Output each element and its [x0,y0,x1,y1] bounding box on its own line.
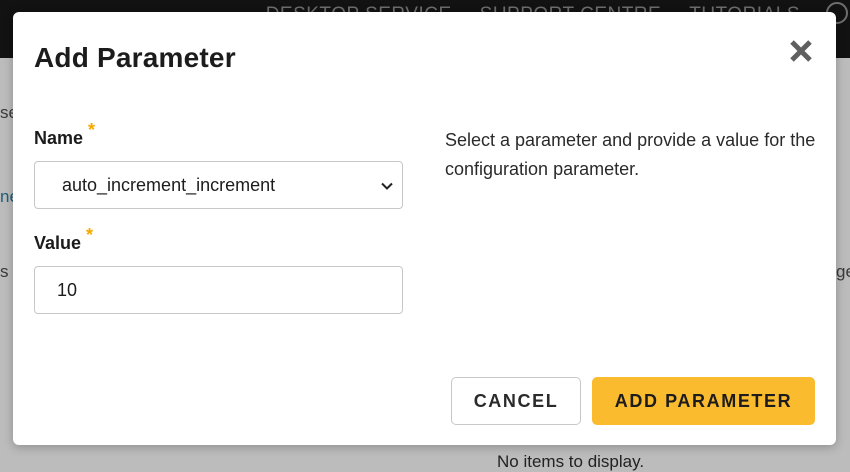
close-button[interactable] [788,38,814,64]
value-field-label: Value * [34,225,93,254]
background-text-fragment: ge [836,262,850,281]
cancel-button[interactable]: CANCEL [451,377,581,425]
parameter-value-input[interactable]: 10 [34,266,403,314]
parameter-value-text: 10 [57,279,78,300]
close-icon [790,40,812,62]
empty-state-text: No items to display. [497,452,645,471]
parameter-name-select[interactable]: auto_increment_increment [34,161,403,209]
dialog-title: Add Parameter [34,42,236,73]
selected-parameter: auto_increment_increment [62,174,276,195]
value-label-text: Value [34,233,82,253]
name-label-text: Name [34,128,84,148]
required-marker: * [86,225,94,245]
add-parameter-dialog: Add Parameter Name * auto_increment_incr… [13,12,836,445]
chevron-down-icon [381,182,393,190]
name-field-label: Name * [34,120,95,149]
help-text: Select a parameter and provide a value f… [445,130,816,179]
required-marker: * [88,120,96,140]
add-parameter-button[interactable]: ADD PARAMETER [592,377,815,425]
